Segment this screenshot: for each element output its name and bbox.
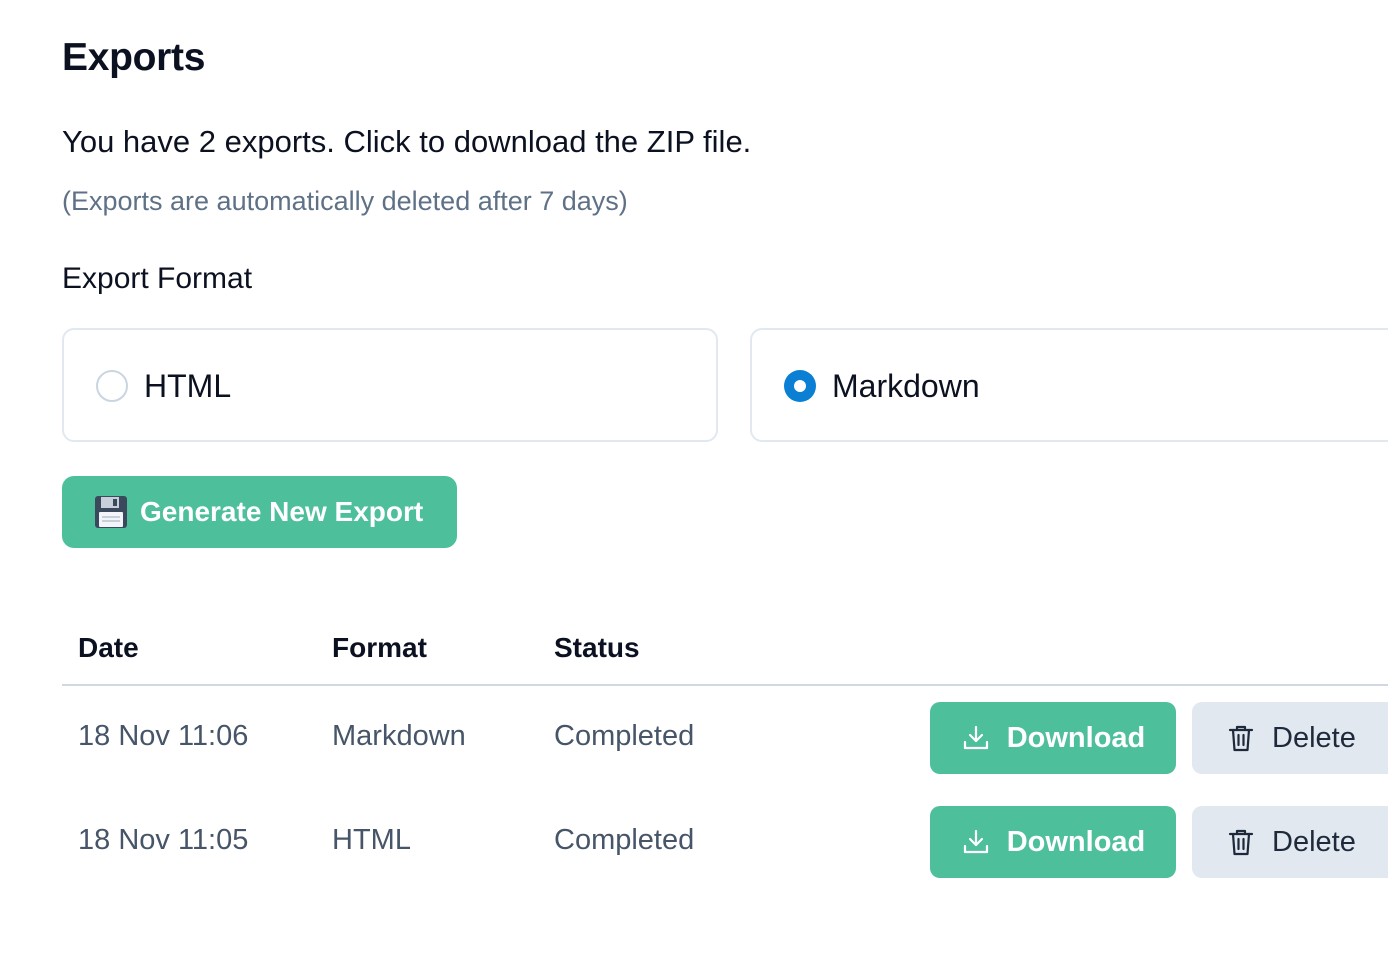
row-date: 18 Nov 11:05 [78,824,249,856]
exports-table-header: Date Format Status [62,632,1388,686]
format-option-html[interactable]: HTML [62,328,718,442]
trash-icon [1228,725,1254,752]
row-format: Markdown [332,720,466,752]
delete-label: Delete [1272,721,1356,754]
delete-button[interactable]: Delete [1192,806,1388,878]
export-format-label: Export Format [62,262,253,295]
download-label: Download [1006,721,1146,754]
generate-button-label: Generate New Export [140,496,424,527]
table-row: 18 Nov 11:05 HTML Completed Download Del… [62,806,1388,878]
header-format: Format [332,632,427,663]
delete-label: Delete [1272,825,1356,858]
trash-icon [1228,829,1254,856]
page-title: Exports [62,36,206,79]
radio-markdown[interactable] [784,370,816,402]
table-row: 18 Nov 11:06 Markdown Completed Download… [62,702,1388,774]
format-option-markdown[interactable]: Markdown [750,328,1388,442]
download-label: Download [1006,825,1146,858]
download-button[interactable]: Download [930,806,1176,878]
exports-summary: You have 2 exports. Click to download th… [62,124,752,159]
floppy-disk-icon [95,496,127,528]
download-button[interactable]: Download [930,702,1176,774]
header-date: Date [78,632,139,663]
delete-button[interactable]: Delete [1192,702,1388,774]
row-status: Completed [554,720,695,752]
header-status: Status [554,632,640,663]
row-status: Completed [554,824,695,856]
download-icon [963,725,988,750]
row-date: 18 Nov 11:06 [78,720,249,752]
format-option-label: Markdown [832,368,980,404]
format-option-label: HTML [144,368,232,404]
radio-html[interactable] [96,370,128,402]
retention-note: (Exports are automatically deleted after… [62,186,628,216]
exports-page: Exports You have 2 exports. Click to dow… [62,0,1388,966]
download-icon [963,829,988,854]
row-format: HTML [332,824,411,856]
generate-new-export-button[interactable]: Generate New Export [62,476,457,548]
